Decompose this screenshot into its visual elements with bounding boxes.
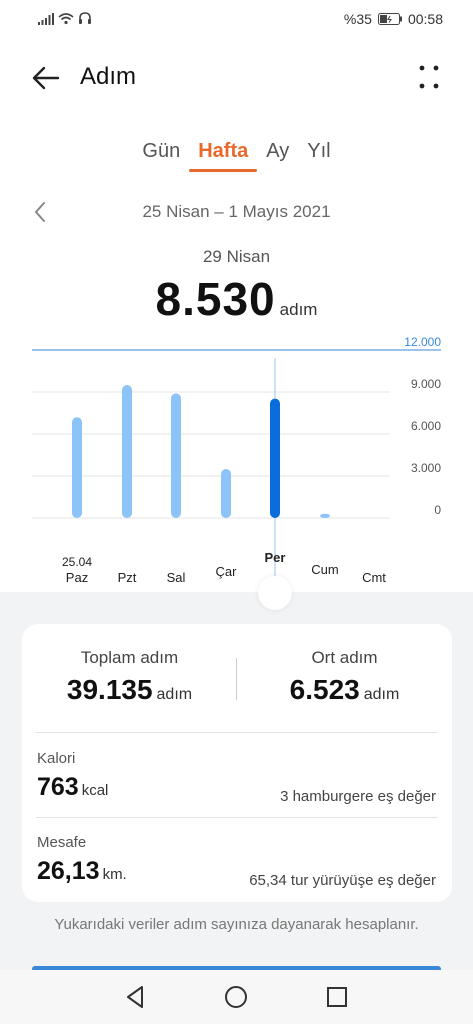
y-tick-label: 3.000	[411, 461, 441, 475]
battery-icon	[377, 13, 402, 25]
x-tick-label: Cmt	[362, 570, 386, 585]
nav-back-icon[interactable]	[123, 984, 149, 1010]
nav-recents-icon[interactable]	[324, 984, 350, 1010]
distance-value: 26,13	[37, 857, 100, 885]
calories-label: Kalori	[37, 750, 76, 767]
status-right: %35 00:58	[344, 11, 443, 27]
more-options-icon[interactable]	[417, 64, 441, 90]
average-steps-label: Ort adım	[311, 648, 378, 667]
average-steps-unit: adım	[363, 686, 400, 703]
calories-equivalent: 3 hamburgere eş değer	[280, 788, 436, 805]
date-range: 25 Nisan – 1 Mayıs 2021	[142, 202, 331, 221]
total-steps-unit: adım	[156, 686, 193, 703]
total-steps-label: Toplam adım	[80, 648, 179, 667]
x-tick-label: Cum	[311, 562, 338, 577]
selected-date: 29 Nisan	[202, 247, 271, 266]
clock: 00:58	[407, 11, 443, 27]
divider	[36, 817, 438, 818]
summary-card: Toplam adım 39.135 adım Ort adım 6.523 adı…	[22, 624, 452, 902]
bar-paz	[72, 417, 82, 518]
average-steps-value: 6.523	[289, 674, 360, 705]
total-steps-value: 39.135	[66, 674, 153, 705]
headset-icon	[79, 12, 91, 24]
x-tick-label: Sal	[167, 570, 186, 585]
battery-percent: %35	[343, 11, 372, 27]
calories-unit: kcal	[81, 782, 109, 799]
selected-steps: 8.530	[155, 273, 276, 325]
bar-sal	[171, 393, 181, 518]
page-title: Adım	[80, 63, 137, 90]
bar-çar	[221, 469, 231, 518]
calories-row: Kalori 763 kcal 3 hamburgere eş değer	[37, 750, 438, 805]
x-tick-label: Pzt	[118, 570, 137, 585]
y-tick-label: 0	[434, 503, 441, 517]
y-tick-label: 9.000	[411, 377, 441, 391]
app-header: Adım	[0, 50, 473, 106]
week-start-date-label: 25.04	[62, 555, 92, 569]
bar-per	[270, 398, 280, 518]
info-note: Yukarıdaki veriler adım sayınıza dayanar…	[54, 916, 419, 933]
drag-handle[interactable]	[258, 576, 292, 610]
average-steps-stat: Ort adım 6.523 adım	[237, 648, 452, 706]
bar-pzt	[122, 385, 132, 518]
tab-year[interactable]: Yıl	[298, 138, 339, 172]
divider	[36, 732, 438, 733]
distance-unit: km.	[102, 866, 127, 883]
signal-icon	[38, 12, 54, 25]
tab-month[interactable]: Ay	[257, 138, 298, 172]
calories-value: 763	[37, 773, 79, 801]
wifi-icon	[58, 13, 74, 25]
steps-chart[interactable]: 12.000 9.000 6.000 3.000 0 Paz Pzt Sal Çar Per Cum…	[0, 330, 473, 592]
nav-home-icon[interactable]	[223, 984, 249, 1010]
system-nav-bar	[0, 970, 473, 1024]
x-tick-label: Per	[265, 550, 286, 565]
selected-unit: adım	[279, 300, 318, 319]
period-tabs: Gün Hafta Ay Yıl	[0, 138, 473, 172]
tab-day[interactable]: Gün	[133, 138, 189, 172]
steps-chart-svg: 12.000 9.000 6.000 3.000 0 Paz Pzt Sal Çar Per Cum…	[32, 335, 441, 588]
x-tick-label: Çar	[216, 564, 238, 579]
tab-week[interactable]: Hafta	[189, 138, 258, 172]
total-steps-stat: Toplam adım 39.135 adım	[22, 648, 237, 706]
status-icons	[38, 12, 92, 25]
distance-label: Mesafe	[37, 834, 87, 851]
y-tick-label: 12.000	[404, 335, 441, 349]
distance-row: Mesafe 26,13 km. 65,34 tur yürüyüşe eş de…	[37, 834, 438, 889]
bar-cum	[320, 513, 330, 518]
x-tick-label: Paz	[66, 570, 88, 585]
selected-value: 8.530 adım	[0, 272, 473, 326]
distance-equivalent: 65,34 tur yürüyüşe eş değer	[249, 872, 436, 889]
back-arrow-icon[interactable]	[30, 62, 62, 94]
status-bar: %35 00:58	[0, 0, 473, 38]
y-tick-label: 6.000	[411, 419, 441, 433]
